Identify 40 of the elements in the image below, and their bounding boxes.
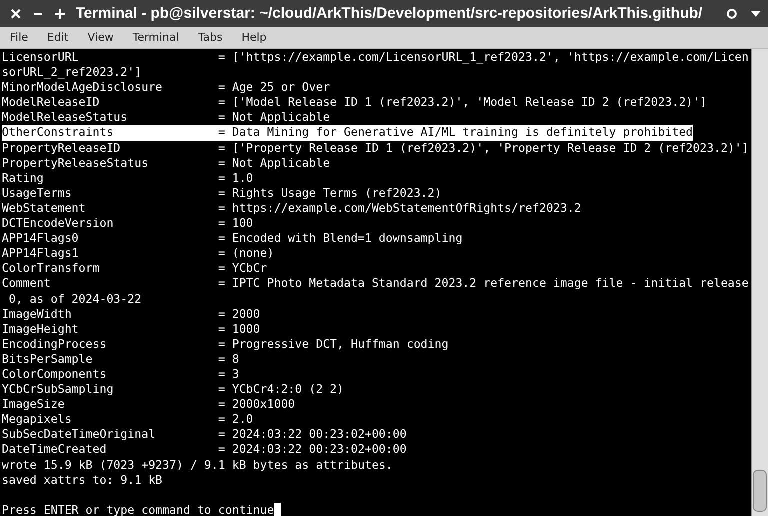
menu-item[interactable]: Edit (47, 31, 69, 44)
menu-item[interactable]: Help (242, 31, 267, 44)
menu-item[interactable]: Tabs (198, 31, 223, 44)
terminal-line: Rating = 1.0 (2, 170, 254, 186)
terminal-line: APP14Flags0 = Encoded with Blend=1 downsampling (2, 231, 463, 246)
terminal-line: UsageTerms = Rights Usage Terms (ref2023.2) (2, 186, 442, 201)
terminal-line: YCbCrSubSampling = YCbCr4:2:0 (2 2) (2, 382, 344, 398)
terminal-line: 0, as of 2024-03-22 (8, 292, 142, 307)
terminal-line: PropertyReleaseStatus = Not Applicable (2, 156, 330, 171)
terminal-line: Comment = IPTC Photo Metadata Standard 2023.2 reference image file - initial release (2, 276, 749, 292)
menu-item[interactable]: View (88, 31, 114, 44)
terminal-line: LicensorURL = ['https://example.com/LicensorURL_1_ref2023.2', 'https://example.com/Licen (2, 50, 749, 66)
terminal-line: ModelReleaseID = ['Model Release ID 1 (ref2023.2)', 'Model Release ID 2 (ref2023.2)'] (2, 95, 707, 110)
terminal-line: ImageHeight = 1000 (2, 322, 260, 337)
terminal-line: saved xattrs to: 9.1 kB (2, 472, 163, 488)
terminal-line: PropertyReleaseID = ['Property Release ID 1 (ref2023.2)', 'Property Release ID 2 (ref2023.2)'] (2, 140, 749, 156)
terminal-line: DCTEncodeVersion = 100 (2, 216, 254, 232)
terminal-line: MinorModelAgeDisclosure = Age 25 or Over (2, 80, 330, 96)
terminal-line: ImageSize = 2000x1000 (2, 397, 296, 412)
terminal-line: EncodingProcess = Progressive DCT, Huffman coding (2, 336, 449, 352)
terminal-line: ColorComponents = 3 (2, 366, 240, 382)
terminal-line: SubSecDateTimeOriginal = 2024:03:22 00:23:02+00:00 (2, 427, 407, 442)
menu-item[interactable]: File (10, 31, 28, 44)
terminal-line: APP14Flags1 = (none) (2, 246, 274, 262)
menu-item[interactable]: Terminal (132, 31, 180, 44)
terminal-line: ColorTransform = YCbCr (2, 261, 268, 276)
close-icon[interactable] (10, 8, 22, 20)
terminal-line: BitsPerSample = 8 (2, 352, 240, 367)
terminal-line: sorURL_2_ref2023.2'] (2, 65, 142, 80)
window-title: Terminal - pb@silverstar: ~/cloud/ArkThis/Development/src-repositories/ArkThis.github/ (76, 5, 704, 22)
terminal-line: Press ENTER or type command to continue (2, 502, 274, 516)
terminal-line: wrote 15.9 kB (7023 +9237) / 9.1 kB bytes as attributes. (2, 458, 393, 473)
scrollbar-thumb[interactable] (753, 470, 767, 512)
terminal-line: ImageWidth = 2000 (2, 306, 260, 322)
terminal-line: WebStatement = https://example.com/WebStatementOfRights/ref2023.2 (2, 200, 582, 216)
terminal-line: ModelReleaseStatus = Not Applicable (2, 110, 330, 126)
terminal-line: Megapixels = 2.0 (2, 412, 254, 428)
terminal-line: DateTimeCreated = 2024:03:22 00:23:02+00:00 (2, 442, 407, 458)
circle-icon[interactable] (726, 8, 738, 20)
maximize-icon[interactable] (54, 8, 66, 20)
